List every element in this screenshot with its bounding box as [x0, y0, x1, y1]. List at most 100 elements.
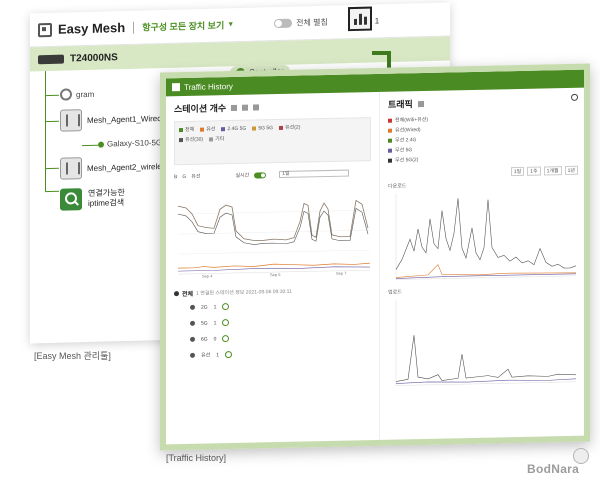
traffic-history-window: Traffic History 스테이션 개수 전체 유선 2.4G 5G 5G 5G… — [160, 63, 590, 451]
legend-label: 무선 5G(2) — [395, 157, 419, 164]
client-row[interactable]: 6G 0 — [190, 332, 371, 343]
client-band: 5G — [201, 320, 208, 327]
tab-g[interactable]: G — [182, 173, 186, 179]
traffic-legend-item[interactable]: 무선 5G(2) — [388, 153, 578, 164]
client-count: 1 — [213, 319, 217, 326]
mesh-agent-icon — [60, 109, 82, 132]
router-name: T24000NS — [70, 52, 118, 65]
tab-wired[interactable]: 유선 — [191, 173, 200, 180]
legend-label: 무선 5G — [395, 147, 413, 154]
bullet-icon — [174, 291, 179, 297]
wifi-icon — [190, 304, 195, 310]
tab-b[interactable]: B — [174, 174, 177, 180]
legend-label: 유선 — [206, 126, 216, 133]
traffic-body: 스테이션 개수 전체 유선 2.4G 5G 5G 5G 유선(2) 유선(30) 기타 B… — [166, 88, 584, 445]
period-button[interactable]: 1주 — [527, 166, 541, 176]
period-button[interactable]: 1일 — [510, 166, 525, 177]
series-line-download — [395, 198, 577, 270]
traffic-legend: 전체(Wifi+유선) 유선(Wired) 무선 2.4G 무선 5G 무선 5G(2) — [388, 113, 578, 164]
status-icon — [222, 319, 230, 327]
client-row[interactable]: 유선 1 — [190, 348, 371, 359]
upload-chart — [395, 299, 577, 386]
node-label: Mesh_Agent2_wireless — [87, 161, 170, 173]
station-chart: Sep 4 Sep 5 Sep 7 — [177, 199, 371, 279]
status-icon — [222, 335, 230, 343]
client-band: 유선 — [201, 352, 211, 359]
x-tick: Sep 7 — [336, 271, 347, 276]
legend-label: 유선(Wired) — [395, 127, 421, 134]
client-row[interactable]: 2G 1 — [190, 300, 371, 311]
legend-item[interactable]: 기타 — [209, 135, 224, 142]
legend-item[interactable]: 유선 — [200, 125, 216, 133]
legend-label: 유선(2) — [285, 124, 301, 131]
node-mesh-agent2[interactable]: Mesh_Agent2_wireless — [60, 155, 170, 180]
legend-swatch — [388, 128, 392, 133]
node-gram[interactable]: gram — [60, 88, 94, 101]
download-icon[interactable] — [253, 103, 260, 111]
mesh-logo-icon — [38, 22, 52, 37]
window-icon — [172, 83, 180, 92]
router-icon — [38, 54, 64, 65]
legend-item[interactable]: 전체 — [179, 126, 194, 133]
legend-swatch — [209, 136, 214, 141]
node-galaxy[interactable]: Galaxy-S10-5G — [98, 138, 162, 149]
list-icon[interactable] — [231, 104, 238, 111]
traffic-history-button[interactable] — [348, 6, 372, 32]
legend-label: 2.4G 5G — [227, 125, 247, 132]
legend-item[interactable]: 2.4G 5G — [221, 125, 246, 133]
chevron-down-icon[interactable]: ▼ — [227, 21, 234, 28]
tree-branch — [45, 120, 59, 123]
series-line-wireless — [178, 262, 371, 269]
client-count: 0 — [213, 335, 217, 342]
phone-icon — [98, 141, 104, 148]
realtime-label: 실시간 — [235, 172, 250, 179]
period-select[interactable]: 1일 — [279, 169, 350, 179]
series-line-total — [177, 199, 369, 241]
mesh-agent-icon — [60, 157, 82, 180]
download-icon[interactable] — [417, 100, 424, 107]
device-filter-dropdown[interactable]: 항구성 모든 장치 보기 — [142, 18, 224, 33]
traffic-title: 트래픽 — [388, 99, 413, 110]
station-legend: 전체 유선 2.4G 5G 5G 5G 유선(2) 유선(30) 기타 — [174, 117, 371, 166]
title-separator — [133, 21, 135, 34]
period-button[interactable]: 1개월 — [543, 166, 562, 176]
node-search-iptime[interactable]: 연결가능한 iptime검색 — [60, 187, 125, 211]
mesh-title: Easy Mesh — [58, 20, 126, 37]
station-title-row: 스테이션 개수 — [174, 98, 371, 115]
client-band: 2G — [201, 304, 208, 311]
legend-swatch — [179, 127, 183, 132]
traffic-legend-item[interactable]: 유선(Wired) — [388, 123, 578, 134]
legend-label: 유선(30) — [185, 136, 204, 143]
expand-all-toggle[interactable] — [274, 18, 293, 29]
tree-branch — [45, 94, 59, 97]
legend-item[interactable]: 유선(2) — [279, 124, 300, 131]
period-button[interactable]: 1년 — [564, 165, 578, 176]
wifi-icon — [190, 320, 195, 326]
node-mesh-agent1[interactable]: Mesh_Agent1_Wired — [60, 107, 162, 132]
realtime-toggle[interactable] — [254, 171, 267, 179]
node-label: gram — [76, 89, 95, 99]
client-list: 2G 1 5G 1 6G 0 유선 1 — [174, 300, 371, 359]
legend-item[interactable]: 유선(30) — [179, 136, 203, 144]
legend-label: 전체(Wifi+유선) — [395, 116, 428, 124]
router-row[interactable]: T24000NS — [38, 52, 118, 65]
client-row[interactable]: 5G 1 — [190, 316, 371, 327]
traffic-panel: 트래픽 전체(Wifi+유선) 유선(Wired) 무선 2.4G 무선 5G 무선 5… — [380, 88, 586, 440]
legend-swatch — [388, 158, 392, 163]
station-title: 스테이션 개수 — [174, 103, 227, 115]
legend-label: 5G 5G — [258, 124, 274, 131]
legend-swatch — [221, 126, 226, 131]
legend-swatch — [388, 148, 392, 153]
client-count: 1 — [216, 351, 219, 358]
node-label: 연결가능한 iptime검색 — [88, 188, 125, 208]
legend-label: 기타 — [215, 136, 225, 143]
grid-icon[interactable] — [242, 104, 249, 111]
traffic-legend-item[interactable]: 무선 2.4G — [388, 133, 578, 144]
legend-label: 전체 — [185, 126, 195, 133]
traffic-legend-item[interactable]: 전체(Wifi+유선) — [388, 113, 578, 124]
client-title: 전체 — [182, 291, 194, 299]
series-line-upload — [395, 335, 577, 382]
legend-item[interactable]: 5G 5G — [252, 124, 273, 131]
status-icon — [224, 350, 232, 359]
traffic-legend-item[interactable]: 무선 5G — [388, 143, 578, 154]
